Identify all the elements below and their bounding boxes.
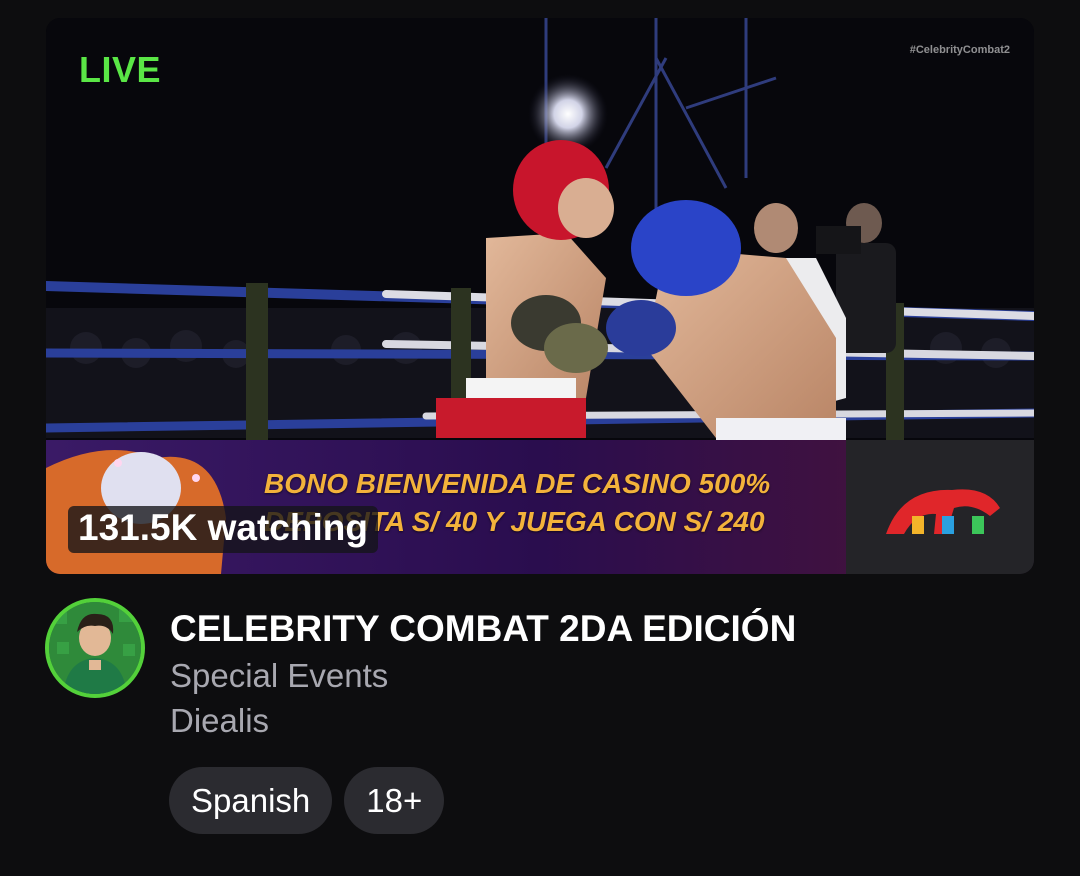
stream-card[interactable]: LIVE #CelebrityCombat2 BONO BIENVENIDA D… (0, 0, 1080, 876)
viewer-count: 131.5K watching (68, 506, 378, 553)
tag-age-rating[interactable]: 18+ (344, 767, 445, 834)
tag-list: Spanish 18+ (169, 767, 445, 834)
channel-name-link[interactable]: Diealis (170, 702, 269, 740)
promo-text-line-1: BONO BIENVENIDA DE CASINO 500% (264, 468, 771, 499)
stream-category-link[interactable]: Special Events (170, 657, 388, 695)
live-badge: LIVE (79, 49, 162, 90)
stream-thumbnail[interactable]: LIVE #CelebrityCombat2 BONO BIENVENIDA D… (46, 18, 1034, 574)
stream-title[interactable]: CELEBRITY COMBAT 2DA EDICIÓN (170, 608, 796, 650)
hashtag-overlay: #CelebrityCombat2 (909, 44, 1010, 56)
tag-language[interactable]: Spanish (169, 767, 333, 834)
channel-avatar-image (49, 602, 141, 694)
channel-avatar[interactable] (45, 598, 145, 698)
